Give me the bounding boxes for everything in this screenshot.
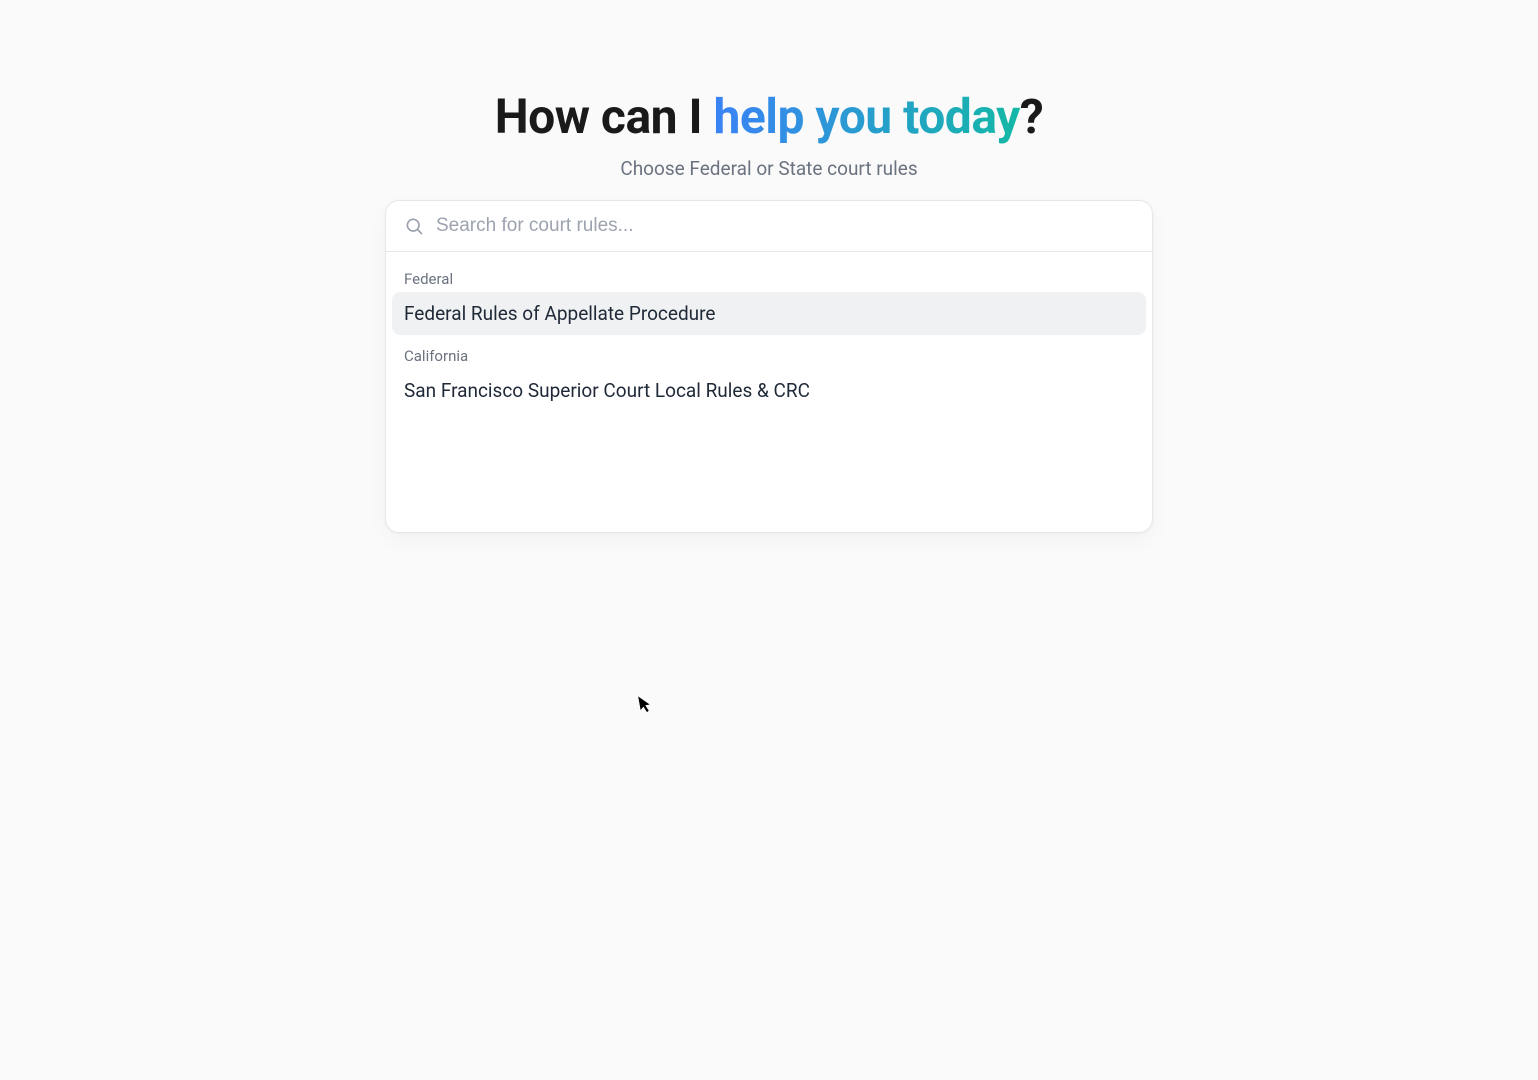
search-icon bbox=[404, 216, 424, 236]
search-row bbox=[386, 201, 1152, 252]
search-input[interactable] bbox=[436, 215, 1134, 237]
heading-prefix: How can I bbox=[495, 88, 714, 145]
result-item-sf-superior[interactable]: San Francisco Superior Court Local Rules… bbox=[392, 369, 1146, 412]
group-label-california: California bbox=[392, 335, 1146, 369]
results-list: Federal Federal Rules of Appellate Proce… bbox=[386, 252, 1152, 532]
cursor-icon bbox=[638, 694, 656, 719]
result-item-federal-appellate[interactable]: Federal Rules of Appellate Procedure bbox=[392, 292, 1146, 335]
page-heading: How can I help you today? bbox=[495, 88, 1043, 145]
heading-suffix: ? bbox=[1020, 88, 1043, 145]
group-label-federal: Federal bbox=[392, 258, 1146, 292]
page-subtitle: Choose Federal or State court rules bbox=[620, 157, 917, 180]
heading-gradient: help you today bbox=[713, 88, 1019, 145]
search-panel: Federal Federal Rules of Appellate Proce… bbox=[385, 200, 1153, 533]
